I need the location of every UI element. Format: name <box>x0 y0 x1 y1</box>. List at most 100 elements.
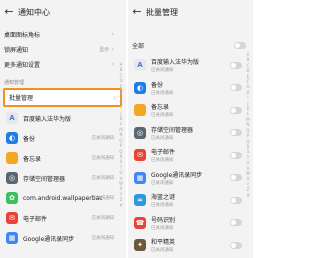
app-icon: ◎ <box>134 126 146 139</box>
badge-setting-label: 桌面图标角标 <box>4 31 41 39</box>
notification-toggle[interactable] <box>230 84 242 91</box>
app-row[interactable]: ☎ 号码识别 已关闭通知 <box>134 213 242 233</box>
app-row[interactable]: ▦ Google通讯录同步 已关闭通知 <box>134 168 242 188</box>
app-row[interactable]: ◎ 存储空间管理器 已关闭通知 <box>134 123 242 143</box>
app-name: Google通讯录同步 <box>151 171 203 179</box>
app-name: 备忘录 <box>23 155 42 163</box>
app-text: Google通讯录同步 已关闭通知 <box>151 170 202 186</box>
app-name: 存储空间管理器 <box>151 126 194 134</box>
app-status-text: 已关闭通知 <box>151 90 174 96</box>
notification-toggle[interactable] <box>230 174 242 181</box>
alphabet-index[interactable]: A B C D E F G H I J K L M N O P Q R S T U V W X Y Z # <box>245 52 251 198</box>
app-text: 号码识别 已关闭通知 <box>151 215 175 231</box>
app-icon: ◐ <box>6 132 18 144</box>
notification-toggle[interactable] <box>230 219 242 226</box>
app-text: Google通讯录同步 <box>23 234 74 243</box>
notification-toggle[interactable] <box>230 61 242 69</box>
chevron-right-icon: › <box>111 60 114 68</box>
batch-manage-label: 批量管理 <box>9 95 34 102</box>
app-name: 电子邮件 <box>23 215 48 223</box>
app-row[interactable]: ✉ 电子邮件 已关闭通知 <box>6 208 114 228</box>
alphabet-index-letter[interactable]: # <box>119 203 122 208</box>
app-row[interactable]: 备忘录 已关闭通知 <box>134 100 242 120</box>
app-icon: A <box>6 112 18 124</box>
app-status-text: 已关闭通知 <box>91 216 115 221</box>
app-status-text: 已关闭通知 <box>91 156 115 161</box>
page-title: 通知中心 <box>18 7 50 17</box>
app-status-text: 已关闭通知 <box>151 113 174 118</box>
alphabet-index[interactable]: A B C D E F G H I J K L M N O P Q R S T U V W X Y Z # <box>118 62 124 208</box>
app-text: 百度输入法华为版 已关闭通知 <box>151 57 199 73</box>
select-all-label: 全部 <box>132 42 145 50</box>
app-row[interactable]: ≈ 海蓝之谜 已关闭通知 <box>134 190 242 210</box>
app-text: 海蓝之谜 已关闭通知 <box>151 192 175 208</box>
app-icon: ≈ <box>134 194 146 206</box>
app-text: 百度输入法华为版 <box>23 114 71 123</box>
app-row[interactable]: 备忘录 已关闭通知 <box>6 148 114 168</box>
app-icon: ✿ <box>6 192 18 204</box>
notification-toggle[interactable] <box>230 106 242 114</box>
notification-center-panel: ← 通知中心 桌面图标角标 › 锁屏通知 显示 › 更多通知设置 › 通知管理 … <box>0 0 126 258</box>
app-text: 和平精英 已关闭通知 <box>151 237 175 253</box>
more-settings-row[interactable]: 更多通知设置 › <box>4 57 114 71</box>
chevron-right-icon: › <box>111 45 114 53</box>
badge-setting-row[interactable]: 桌面图标角标 › <box>4 27 114 41</box>
app-status-text: 已关闭通知 <box>151 225 174 231</box>
app-icon: ◎ <box>6 172 18 184</box>
app-icon: ◐ <box>134 81 146 94</box>
app-name: 百度输入法华为版 <box>151 59 200 66</box>
app-row[interactable]: A 百度输入法华为版 已关闭通知 <box>134 55 242 75</box>
app-status-text: 已关闭通知 <box>151 180 174 186</box>
lockscreen-row[interactable]: 锁屏通知 显示 › <box>4 42 114 56</box>
app-row[interactable]: ◐ 备份 已关闭通知 <box>6 128 114 148</box>
app-status-text: 已关闭通知 <box>151 68 174 73</box>
back-arrow-icon[interactable]: ← <box>0 0 18 24</box>
app-text: 备份 <box>23 134 35 143</box>
batch-manage-panel: ← 批量管理 全部 A 百度输入法华为版 已关闭通知 ◐ 备份 已关闭通知 备忘录 已关闭通知… <box>128 0 253 258</box>
notification-toggle[interactable] <box>230 151 242 159</box>
app-name: 百度输入法华为版 <box>23 115 72 123</box>
app-row[interactable]: ◐ 备份 已关闭通知 <box>134 78 242 98</box>
app-text: 备忘录 已关闭通知 <box>151 102 174 118</box>
notification-toggle[interactable] <box>230 241 242 249</box>
app-text: 存储空间管理器 已关闭通知 <box>151 125 193 141</box>
app-name: 存储空间管理器 <box>23 175 66 183</box>
lockscreen-label: 锁屏通知 <box>4 46 29 54</box>
app-name: 备忘录 <box>151 104 170 111</box>
app-row[interactable]: ▦ Google通讯录同步 已关闭通知 <box>6 228 114 248</box>
app-name: Google通讯录同步 <box>23 235 75 243</box>
app-row[interactable]: ✿ com.android.wallpaperbac... 已关闭通知 <box>6 188 114 208</box>
left-header: ← 通知中心 <box>0 0 126 24</box>
app-icon: ☎ <box>134 216 146 229</box>
batch-manage-row[interactable]: 批量管理 › <box>3 88 122 107</box>
select-all-toggle[interactable] <box>234 41 246 49</box>
app-row[interactable]: ✉ 电子邮件已关闭通知 <box>134 145 242 165</box>
app-status-text: 已关闭通知 <box>151 158 174 163</box>
app-icon: A <box>134 59 146 71</box>
app-icon: ✦ <box>134 239 146 251</box>
alphabet-index-letter[interactable]: # <box>246 193 249 198</box>
app-name: 和平精英 <box>151 239 176 246</box>
notification-toggle[interactable] <box>230 196 242 204</box>
app-name: 海蓝之谜 <box>151 194 176 201</box>
back-arrow-icon[interactable]: ← <box>128 0 146 24</box>
app-row[interactable]: A 百度输入法华为版 <box>6 108 114 128</box>
app-icon: ▦ <box>134 171 146 184</box>
notification-toggle[interactable] <box>230 129 242 136</box>
app-text: 存储空间管理器 <box>23 174 65 183</box>
select-all-row[interactable]: 全部 <box>132 38 246 52</box>
app-row[interactable]: ◎ 存储空间管理器 已关闭通知 <box>6 168 114 188</box>
app-status-text: 已关闭通知 <box>91 136 115 141</box>
app-icon: ✉ <box>134 149 146 161</box>
right-header: ← 批量管理 <box>128 0 253 24</box>
app-name: 电子邮件 <box>151 149 176 156</box>
app-name: 号码识别 <box>151 216 176 224</box>
app-name: 备份 <box>23 135 36 143</box>
app-icon <box>134 104 146 116</box>
app-row[interactable]: ✦ 和平精英 已关闭通知 <box>134 235 242 255</box>
chevron-right-icon: › <box>111 30 114 38</box>
app-icon: ▦ <box>6 232 18 244</box>
app-text: 电子邮件 已关闭通知 <box>151 147 175 163</box>
chevron-right-icon: › <box>113 93 116 102</box>
lockscreen-value: 显示 <box>99 46 110 53</box>
